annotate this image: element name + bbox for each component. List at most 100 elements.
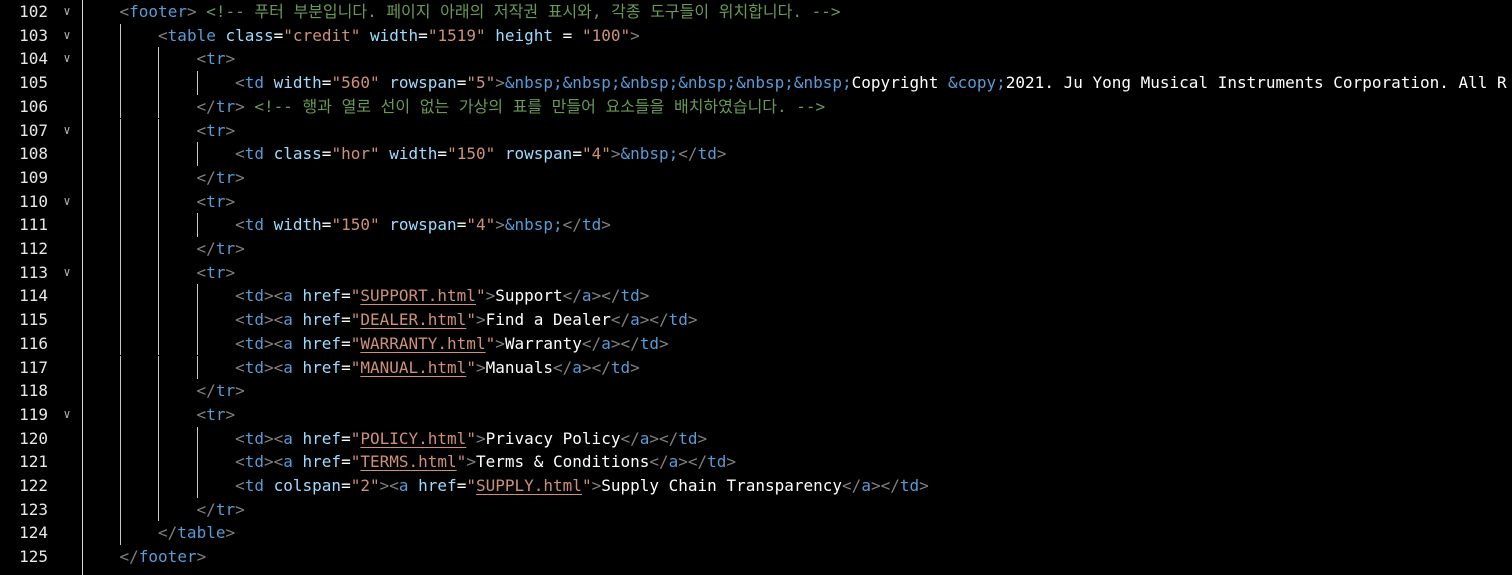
fold-chevron-icon[interactable]: ∨ — [60, 403, 74, 427]
indent-guide — [158, 474, 159, 498]
code-line[interactable]: 117 <td><a href="MANUAL.html">Manuals</a>… — [0, 355, 1512, 380]
tag-name: table — [167, 25, 216, 45]
fold-chevron-icon[interactable]: ∨ — [60, 190, 74, 214]
code-line[interactable]: 113 ∨ <tr> — [0, 260, 1512, 285]
indent-guide — [120, 165, 121, 190]
code-line[interactable]: 118 </tr> — [0, 379, 1512, 403]
code-line[interactable]: 123 </tr> — [0, 497, 1512, 522]
tag-name: a — [581, 286, 592, 306]
fold-chevron-icon[interactable]: ∨ — [60, 261, 74, 285]
punctuation: ></ — [610, 333, 640, 353]
text-content: = — [572, 144, 582, 164]
code-line[interactable]: 119 ∨ <tr> — [0, 402, 1512, 427]
punctuation: </ — [649, 452, 669, 472]
code-text: <td><a href="WARRANTY.html">Warranty</a>… — [235, 332, 669, 356]
indent-guide — [158, 402, 159, 427]
tag-name: a — [630, 310, 640, 330]
punctuation: < — [235, 428, 245, 448]
indent-guide — [197, 426, 198, 451]
text-content — [293, 286, 303, 305]
indent-guide — [158, 450, 159, 474]
tag-name: td — [244, 286, 264, 306]
tag-name: a — [283, 310, 293, 330]
fold-chevron-icon[interactable]: ∨ — [60, 47, 74, 71]
text-content — [293, 334, 303, 353]
attribute-name: href — [302, 357, 342, 377]
fold-chevron-icon[interactable]: ∨ — [60, 119, 74, 143]
indent-guide — [158, 379, 159, 403]
tag-name: tr — [215, 499, 236, 519]
string-value: " — [350, 452, 361, 472]
code-line[interactable]: 102 ∨ <footer> <!-- 푸터 부분입니다. 페이지 아래의 저작권 … — [0, 0, 1512, 24]
string-value: " — [350, 310, 361, 330]
code-line[interactable]: 111 <td width="150" rowspan="4">&nbsp;</t… — [0, 213, 1512, 237]
link-path[interactable]: POLICY.html — [360, 429, 466, 448]
tag-name: td — [244, 215, 264, 235]
code-line[interactable]: 124 </table> — [0, 521, 1512, 546]
code-line[interactable]: 116 <td><a href="WARRANTY.html">Warranty<… — [0, 331, 1512, 356]
string-value: "1519" — [427, 25, 486, 45]
link-path[interactable]: MANUAL.html — [360, 358, 466, 377]
fold-chevron-icon[interactable]: ∨ — [60, 24, 74, 48]
attribute-name: width — [389, 144, 438, 164]
indent-guide — [120, 402, 121, 427]
fold-chevron-icon[interactable]: ∨ — [60, 0, 74, 24]
code-line[interactable]: 114 <td><a href="SUPPORT.html">Support</a… — [0, 284, 1512, 309]
code-line[interactable]: 122 <td colspan="2"><a href="SUPPLY.html"… — [0, 474, 1512, 498]
code-text: <tr> — [197, 403, 236, 427]
indent-guide — [120, 23, 121, 48]
punctuation: > — [495, 215, 505, 235]
line-number: 111 — [19, 215, 48, 235]
attribute-name: href — [418, 476, 457, 495]
code-line[interactable]: 109 </tr> — [0, 165, 1512, 190]
code-line[interactable]: 104 ∨ <tr> — [0, 47, 1512, 72]
code-line[interactable]: 106 </tr> <!-- 행과 열로 선이 없는 가상의 표를 만들어 요소들… — [0, 94, 1512, 119]
punctuation: </ — [196, 381, 216, 401]
indent-guide — [120, 189, 121, 214]
punctuation: > — [196, 547, 207, 567]
indent-guide — [158, 284, 159, 309]
link-path[interactable]: SUPPLY.html — [476, 476, 582, 495]
indent-guide — [158, 355, 159, 380]
tag-name: tr — [215, 239, 236, 258]
code-text: </tr> <!-- 행과 열로 선이 없는 가상의 표를 만들어 요소들을 배… — [197, 95, 826, 119]
indent-guide — [120, 47, 121, 72]
tag-name: td — [678, 428, 698, 448]
code-editor[interactable]: 102 ∨ <footer> <!-- 푸터 부분입니다. 페이지 아래의 저작권 … — [0, 0, 1512, 575]
link-path[interactable]: SUPPORT.html — [360, 286, 476, 305]
code-line[interactable]: 121 <td><a href="TERMS.html">Terms & Cond… — [0, 450, 1512, 474]
code-line[interactable]: 108 <td class="hor" width="150" rowspan="… — [0, 142, 1512, 166]
code-line[interactable]: 120 <td><a href="POLICY.html">Privacy Pol… — [0, 426, 1512, 451]
code-line[interactable]: 110 ∨ <tr> — [0, 189, 1512, 214]
tag-name: a — [283, 357, 293, 377]
code-line[interactable]: 115 <td><a href="DEALER.html">Find a Deal… — [0, 308, 1512, 332]
link-path[interactable]: DEALER.html — [360, 310, 466, 329]
line-number: 110 — [19, 191, 48, 211]
code-line[interactable]: 125 </footer> — [0, 545, 1512, 569]
code-line[interactable]: 107 ∨ <tr> — [0, 118, 1512, 143]
text-content: = — [341, 357, 351, 377]
tag-name: a — [283, 428, 293, 448]
tag-name: a — [283, 286, 293, 306]
tag-name: td — [668, 310, 688, 330]
code-line[interactable]: 112 </tr> — [0, 237, 1512, 261]
text-content — [360, 26, 370, 45]
text-content: Supply Chain Transparency — [601, 476, 843, 495]
link-path[interactable]: WARRANTY.html — [360, 334, 485, 353]
code-text: <td><a href="TERMS.html">Terms & Conditi… — [235, 450, 736, 474]
code-text: <td><a href="DEALER.html">Find a Dealer<… — [235, 308, 697, 332]
code-text: <tr> — [197, 47, 236, 71]
text-content: 2021. Ju Yong Musical Instruments Corpor… — [1005, 73, 1507, 93]
indent-guide — [158, 142, 159, 166]
indent-guide — [197, 355, 198, 380]
link-path[interactable]: TERMS.html — [360, 452, 456, 471]
string-value: " — [466, 428, 476, 448]
line-number: 105 — [19, 73, 48, 93]
punctuation: > — [225, 523, 236, 543]
code-line[interactable]: 105 <td width="560" rowspan="5">&nbsp;&nb… — [0, 71, 1512, 95]
punctuation: ></ — [678, 452, 708, 472]
code-line[interactable]: 103 ∨ <table class="credit" width="1519" h… — [0, 23, 1512, 48]
punctuation: </ — [196, 167, 216, 187]
text-content: = — [321, 215, 332, 235]
attribute-name: href — [302, 428, 342, 448]
